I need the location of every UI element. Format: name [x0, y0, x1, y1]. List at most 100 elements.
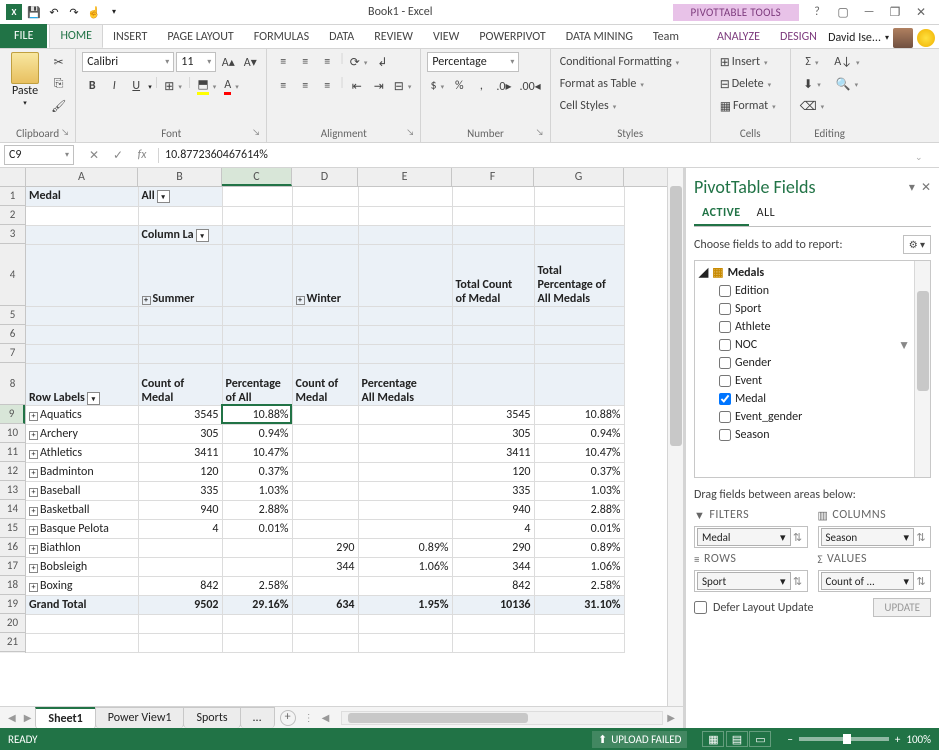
tab-team[interactable]: Team: [643, 26, 689, 48]
col-A[interactable]: A: [26, 168, 138, 186]
clipboard-dialog-icon[interactable]: ↘: [61, 127, 69, 138]
columns-move-icon[interactable]: ⇅: [914, 531, 928, 544]
page-layout-view-icon[interactable]: ▤: [726, 731, 748, 747]
close-icon[interactable]: ✕: [911, 4, 931, 20]
formula-bar[interactable]: 10.8772360467614% ⌄: [159, 148, 939, 162]
col-B[interactable]: B: [138, 168, 222, 186]
shrink-font-icon[interactable]: A▾: [240, 52, 260, 72]
sheet-nav-prev-icon[interactable]: ◀: [4, 711, 20, 724]
zoom-slider[interactable]: [799, 737, 889, 741]
field-season[interactable]: Season: [695, 426, 914, 444]
zoom-control[interactable]: − + 100%: [787, 733, 931, 746]
increase-decimal-icon[interactable]: .0▸: [493, 76, 514, 96]
tab-review[interactable]: REVIEW: [364, 26, 423, 48]
col-D[interactable]: D: [292, 168, 358, 186]
rows-move-icon[interactable]: ⇅: [791, 575, 805, 588]
feedback-icon[interactable]: [917, 29, 935, 47]
area-values[interactable]: Count of ...▾⇅: [818, 570, 932, 592]
area-rows[interactable]: Sport▾⇅: [694, 570, 808, 592]
column-headers[interactable]: A B C D E F G: [0, 168, 667, 187]
tab-powerpivot[interactable]: POWERPIVOT: [469, 26, 555, 48]
vertical-scrollbar[interactable]: [667, 168, 683, 706]
horizontal-scrollbar[interactable]: [341, 711, 663, 725]
zoom-level[interactable]: 100%: [906, 733, 931, 746]
expand-formula-icon[interactable]: ⌄: [915, 152, 933, 164]
sheet-tab-more[interactable]: ...: [240, 707, 275, 728]
user-name[interactable]: David Ise...: [828, 31, 881, 45]
cancel-formula-icon[interactable]: ✕: [86, 148, 102, 163]
copy-icon[interactable]: ⎘: [48, 74, 69, 94]
comma-button[interactable]: ,: [471, 76, 491, 96]
sort-filter-icon[interactable]: A↓: [831, 52, 862, 72]
name-box[interactable]: C9: [4, 145, 74, 165]
paste-button[interactable]: Paste ▾: [6, 52, 44, 107]
field-checkbox[interactable]: [719, 375, 731, 387]
field-checkbox[interactable]: [719, 285, 731, 297]
tab-insert[interactable]: INSERT: [103, 26, 157, 48]
new-sheet-icon[interactable]: +: [280, 710, 296, 726]
zoom-out-icon[interactable]: −: [787, 733, 792, 746]
field-event_gender[interactable]: Event_gender: [695, 408, 914, 426]
align-left-icon[interactable]: ≡: [273, 76, 293, 96]
field-checkbox[interactable]: [719, 429, 731, 441]
grow-font-icon[interactable]: A▴: [218, 52, 238, 72]
field-event[interactable]: Event: [695, 372, 914, 390]
sheet-tab-sheet1[interactable]: Sheet1: [35, 707, 95, 729]
tab-file[interactable]: FILE: [0, 24, 47, 48]
zoom-in-icon[interactable]: +: [895, 733, 900, 746]
align-center-icon[interactable]: ≡: [295, 76, 315, 96]
redo-icon[interactable]: ↷: [66, 4, 82, 20]
tab-design[interactable]: DESIGN: [770, 26, 827, 48]
fill-icon[interactable]: ⬇: [797, 74, 827, 94]
field-table-medals[interactable]: ◢▦Medals: [695, 263, 914, 282]
tab-formulas[interactable]: FORMULAS: [244, 26, 319, 48]
cells-area[interactable]: MedalAll▾Column La▾+Summer+WinterTotal C…: [26, 187, 625, 653]
accept-formula-icon[interactable]: ✓: [110, 148, 126, 163]
font-dialog-icon[interactable]: ↘: [252, 127, 260, 138]
filters-move-icon[interactable]: ⇅: [791, 531, 805, 544]
align-top-icon[interactable]: ≡: [273, 52, 293, 72]
currency-button[interactable]: $: [427, 76, 447, 96]
orientation-icon[interactable]: ⟳: [347, 52, 371, 72]
percent-button[interactable]: %: [449, 76, 469, 96]
tab-page-layout[interactable]: PAGE LAYOUT: [157, 26, 243, 48]
normal-view-icon[interactable]: ▦: [702, 731, 724, 747]
field-checkbox[interactable]: [719, 303, 731, 315]
align-dialog-icon[interactable]: ↘: [406, 127, 414, 138]
bold-button[interactable]: B: [82, 76, 102, 96]
field-gender[interactable]: Gender: [695, 354, 914, 372]
field-checkbox[interactable]: [719, 393, 731, 405]
undo-icon[interactable]: ↶: [46, 4, 62, 20]
row-pill-sport[interactable]: Sport▾: [697, 572, 791, 590]
field-list-scrollbar[interactable]: [914, 261, 930, 477]
decrease-indent-icon[interactable]: ⇤: [347, 76, 367, 96]
format-painter-icon[interactable]: 🖌: [48, 96, 69, 116]
merge-button[interactable]: ⊟: [391, 76, 415, 96]
clear-icon[interactable]: ⌫: [797, 96, 827, 116]
format-cells-button[interactable]: ▦ Format: [717, 96, 779, 116]
align-middle-icon[interactable]: ≡: [295, 52, 315, 72]
value-pill-count[interactable]: Count of ...▾: [821, 572, 915, 590]
help-icon[interactable]: ?: [807, 4, 827, 20]
field-checkbox[interactable]: [719, 321, 731, 333]
values-move-icon[interactable]: ⇅: [914, 575, 928, 588]
decrease-decimal-icon[interactable]: .00◂: [516, 76, 543, 96]
field-filter-icon[interactable]: ▼: [898, 338, 910, 353]
tab-view[interactable]: VIEW: [423, 26, 469, 48]
field-edition[interactable]: Edition: [695, 282, 914, 300]
column-pill-season[interactable]: Season▾: [821, 528, 915, 546]
fields-gear-icon[interactable]: ⚙ ▾: [903, 235, 931, 254]
italic-button[interactable]: I: [104, 76, 124, 96]
sheet-tab-powerview1[interactable]: Power View1: [95, 707, 185, 728]
col-G[interactable]: G: [534, 168, 624, 186]
increase-indent-icon[interactable]: ⇥: [369, 76, 389, 96]
sheet-nav-next-icon[interactable]: ▶: [20, 711, 36, 724]
font-name-combo[interactable]: Calibri: [82, 52, 174, 72]
fill-color-button[interactable]: ⬒: [194, 76, 219, 96]
align-bottom-icon[interactable]: ≡: [317, 52, 337, 72]
number-format-combo[interactable]: Percentage: [427, 52, 519, 72]
row-headers[interactable]: 123456789101112131415161718192021: [0, 187, 26, 653]
conditional-formatting-button[interactable]: Conditional Formatting: [557, 52, 682, 72]
fields-tab-all[interactable]: ALL: [749, 202, 784, 226]
cell-styles-button[interactable]: Cell Styles: [557, 96, 620, 116]
